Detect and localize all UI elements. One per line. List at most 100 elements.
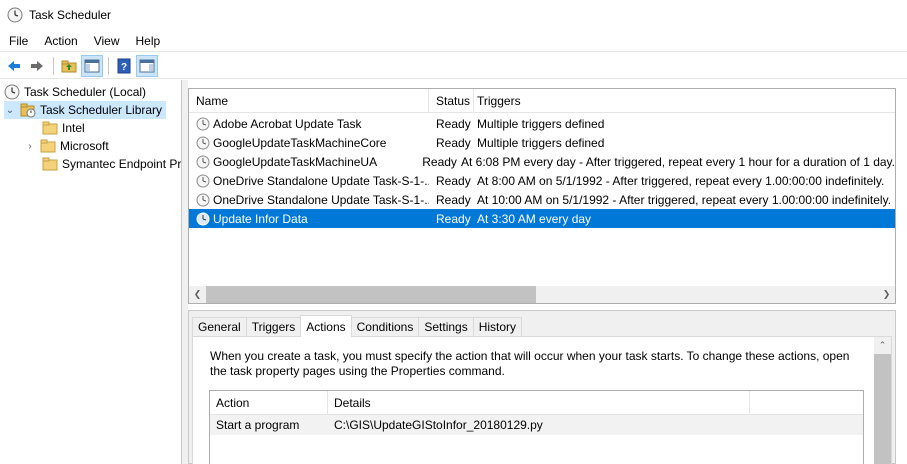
menu-help[interactable]: Help (129, 31, 168, 51)
tab-actions[interactable]: Actions (300, 315, 352, 337)
action-details: C:\GIS\UpdateGIStoInfor_20180129.py (334, 418, 543, 432)
task-triggers: At 8:00 AM on 5/1/1992 - After triggered… (477, 173, 885, 188)
action-type: Start a program (216, 418, 300, 432)
task-name: GoogleUpdateTaskMachineUA (213, 154, 378, 169)
task-triggers: Multiple triggers defined (477, 135, 605, 150)
tree-item-symantec[interactable]: Symantec Endpoint Pr (42, 155, 181, 173)
column-header-status[interactable]: Status (429, 89, 474, 113)
tab-history[interactable]: History (472, 317, 523, 337)
task-status: Ready (436, 211, 471, 226)
up-one-level-button[interactable] (58, 55, 80, 77)
detail-tabs: General Triggers Actions Conditions Sett… (192, 315, 523, 337)
menu-action[interactable]: Action (37, 31, 84, 51)
task-triggers: At 6:08 PM every day - After triggered, … (460, 154, 895, 169)
folder-clock-icon (20, 103, 36, 118)
table-row[interactable]: Start a program C:\GIS\UpdateGIStoInfor_… (210, 415, 863, 435)
column-header-triggers[interactable]: Triggers (474, 89, 895, 113)
table-row[interactable]: OneDrive Standalone Update Task-S-1-... … (189, 190, 895, 209)
task-list: Name Status Triggers Adobe Acrobat Updat… (188, 88, 896, 304)
window-title: Task Scheduler (29, 8, 112, 22)
tree-item-label: Intel (62, 121, 85, 135)
toolbar-separator (53, 56, 54, 75)
table-row[interactable]: OneDrive Standalone Update Task-S-1-... … (189, 171, 895, 190)
up-folder-icon (61, 60, 77, 72)
task-clock-icon (196, 193, 210, 206)
actions-tab-panel: When you create a task, you must specify… (192, 336, 892, 464)
task-list-header: Name Status Triggers (189, 89, 895, 113)
tree-item-intel[interactable]: Intel (42, 119, 85, 137)
folder-icon (42, 157, 58, 171)
column-header-details[interactable]: Details (328, 391, 750, 415)
chevron-down-icon[interactable]: ⌄ (4, 104, 16, 116)
tree-item-root[interactable]: Task Scheduler (Local) (4, 83, 146, 101)
folder-icon (42, 121, 58, 135)
column-header-name[interactable]: Name (189, 89, 429, 113)
show-hide-console-tree-button[interactable] (81, 54, 103, 77)
clock-icon (4, 84, 20, 100)
scroll-up-icon[interactable]: ⌃ (874, 337, 891, 354)
column-header-empty (750, 391, 863, 415)
svg-text:?: ? (121, 62, 127, 73)
task-triggers: Multiple triggers defined (477, 116, 605, 131)
action-pane-icon (139, 59, 155, 72)
tab-triggers[interactable]: Triggers (245, 317, 302, 337)
scrollbar-thumb[interactable] (206, 286, 536, 303)
column-header-action[interactable]: Action (210, 391, 328, 415)
task-status: Ready (436, 116, 471, 131)
table-row-selected[interactable]: Update Infor Data Ready At 3:30 AM every… (189, 209, 895, 228)
task-clock-icon (196, 136, 210, 149)
tree-item-microsoft[interactable]: › Microsoft (24, 137, 109, 155)
task-status: Ready (422, 154, 457, 169)
task-name: Adobe Acrobat Update Task (213, 116, 362, 131)
menu-file[interactable]: File (2, 31, 35, 51)
task-name: OneDrive Standalone Update Task-S-1-... (213, 192, 429, 207)
tree-item-library[interactable]: ⌄ Task Scheduler Library (4, 101, 166, 119)
task-triggers: At 10:00 AM on 5/1/1992 - After triggere… (477, 192, 892, 207)
scroll-right-icon[interactable]: ❯ (878, 286, 895, 303)
task-status: Ready (436, 192, 471, 207)
help-button[interactable]: ? (113, 55, 135, 77)
task-clock-icon (196, 117, 210, 130)
scroll-left-icon[interactable]: ❮ (189, 286, 206, 303)
tab-conditions[interactable]: Conditions (350, 317, 420, 337)
menu-view[interactable]: View (87, 31, 127, 51)
table-row[interactable]: GoogleUpdateTaskMachineUA Ready At 6:08 … (189, 152, 895, 171)
tab-general[interactable]: General (192, 317, 247, 337)
task-clock-icon (196, 155, 210, 168)
task-name: Update Infor Data (213, 211, 308, 226)
task-status: Ready (436, 173, 471, 188)
vertical-scrollbar[interactable]: ⌃ (874, 337, 891, 464)
actions-table-header: Action Details (210, 391, 863, 415)
show-hide-action-pane-button[interactable] (136, 54, 158, 77)
task-clock-icon (196, 174, 210, 187)
console-tree: Task Scheduler (Local) ⌄ Task Scheduler … (0, 80, 182, 464)
task-clock-icon (196, 212, 210, 225)
title-bar: Task Scheduler (0, 0, 907, 30)
toolbar-separator (108, 56, 109, 75)
task-name: OneDrive Standalone Update Task-S-1-... (213, 173, 429, 188)
scrollbar-thumb[interactable] (874, 354, 891, 464)
menu-bar: File Action View Help (0, 30, 907, 52)
task-scheduler-clock-icon (7, 7, 23, 23)
console-tree-icon (84, 59, 100, 72)
help-icon: ? (117, 58, 131, 73)
tree-item-label: Task Scheduler Library (40, 103, 163, 117)
task-detail-pane: General Triggers Actions Conditions Sett… (188, 310, 896, 464)
forward-arrow-icon (31, 60, 43, 71)
back-arrow-icon (8, 60, 20, 71)
tab-settings[interactable]: Settings (418, 317, 474, 337)
tree-item-label: Task Scheduler (Local) (24, 85, 147, 99)
tree-item-label: Microsoft (60, 139, 109, 153)
chevron-right-icon[interactable]: › (24, 140, 36, 152)
task-status: Ready (436, 135, 471, 150)
task-triggers: At 3:30 AM every day (477, 211, 592, 226)
table-row[interactable]: Adobe Acrobat Update Task Ready Multiple… (189, 114, 895, 133)
actions-description: When you create a task, you must specify… (210, 349, 850, 378)
table-row[interactable]: GoogleUpdateTaskMachineCore Ready Multip… (189, 133, 895, 152)
tree-item-label: Symantec Endpoint Pr (62, 157, 182, 171)
back-button[interactable] (3, 55, 25, 77)
actions-table: Action Details Start a program C:\GIS\Up… (209, 390, 864, 464)
task-name: GoogleUpdateTaskMachineCore (213, 135, 387, 150)
forward-button[interactable] (26, 55, 48, 77)
horizontal-scrollbar[interactable]: ❮ ❯ (189, 286, 895, 303)
